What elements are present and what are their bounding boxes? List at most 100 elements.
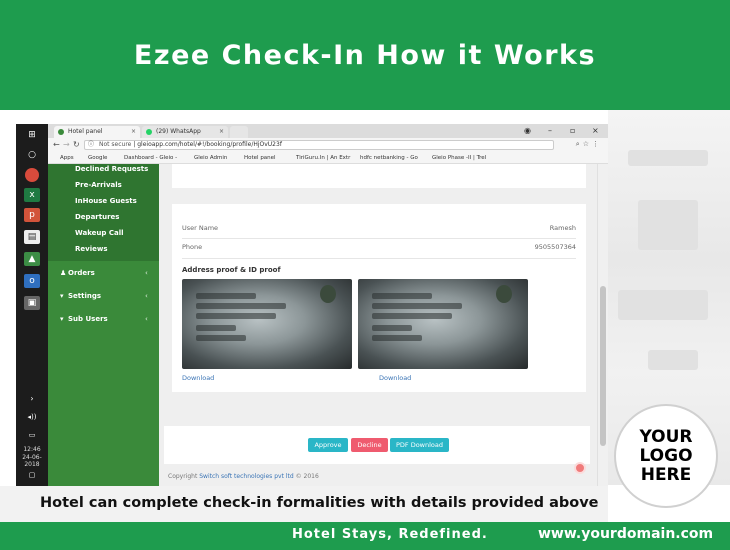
download-link[interactable]: Download	[182, 374, 214, 382]
domain-text: www.yourdomain.com	[538, 526, 714, 542]
bookmark-dashboard[interactable]: Dashboard - Gleio -	[124, 152, 177, 164]
tab-label: Hotel panel	[68, 128, 103, 135]
sidebar-item-wakeup-call[interactable]: Wakeup Call	[75, 229, 124, 237]
tab-whatsapp[interactable]: (29) WhatsApp ×	[142, 126, 228, 138]
cortana-icon[interactable]: ○	[24, 148, 40, 162]
chrome-window: Hotel panel × (29) WhatsApp × ◉ – ▫ × ← …	[48, 124, 608, 486]
address-proof-image	[182, 279, 352, 369]
windows-icon[interactable]: ⊞	[24, 128, 40, 142]
chrome-icon[interactable]	[25, 168, 39, 182]
whatsapp-icon	[146, 129, 152, 135]
chevron-up-icon[interactable]: ›	[24, 392, 40, 406]
sidebar-item-inhouse-guests[interactable]: InHouse Guests	[75, 197, 137, 205]
id-proof-image	[358, 279, 528, 369]
film-icon[interactable]: ▤	[24, 230, 40, 244]
bookmark-tiriguru[interactable]: TiriGuru.In | An Extr	[296, 152, 350, 164]
user-name-value: Ramesh	[549, 224, 576, 232]
divider	[182, 258, 576, 259]
chat-badge-icon[interactable]	[574, 462, 586, 474]
taskbar-time: 12:46	[23, 446, 41, 453]
forward-icon[interactable]: →	[63, 139, 70, 151]
sidebar-item-departures[interactable]: Departures	[75, 213, 119, 221]
bookmark-gleio-admin[interactable]: Gleio Admin	[194, 152, 227, 164]
bookmark-hotel-panel[interactable]: Hotel panel	[244, 152, 276, 164]
caption-bar: Hotel can complete check-in formalities …	[0, 486, 608, 522]
back-icon[interactable]: ←	[53, 139, 60, 151]
bookmark-hdfc[interactable]: hdfc netbanking - Go	[360, 152, 418, 164]
slide-title: Ezee Check-In How it Works	[133, 40, 597, 71]
photos-icon[interactable]: ▲	[24, 252, 40, 266]
notification-icon[interactable]: ▢	[24, 468, 40, 482]
caption-text: Hotel can complete check-in formalities …	[40, 495, 599, 511]
tab-label: (29) WhatsApp	[156, 128, 201, 135]
new-tab-button[interactable]	[230, 126, 248, 138]
logo-placeholder: YOUR LOGO HERE	[614, 404, 718, 508]
powerpoint-icon[interactable]: p	[24, 208, 40, 222]
reload-icon[interactable]: ↻	[73, 139, 80, 151]
chevron-left-icon: ‹	[145, 315, 148, 323]
footer-band: Hotel Stays, Redefined. www.yourdomain.c…	[0, 522, 730, 550]
excel-icon[interactable]: x	[24, 188, 40, 202]
maximize-icon[interactable]: ▫	[570, 124, 575, 138]
sidebar-item-pre-arrivals[interactable]: Pre-Arrivals	[75, 181, 122, 189]
bookmarks-bar: Apps Google Dashboard - Gleio - Gleio Ad…	[48, 152, 608, 164]
close-icon[interactable]: ×	[219, 126, 224, 138]
sidebar: Declined Requests Pre-Arrivals InHouse G…	[48, 164, 159, 486]
bell-icon: ♟	[60, 269, 67, 277]
tab-strip: Hotel panel × (29) WhatsApp × ◉ – ▫ ×	[48, 124, 608, 138]
chevron-left-icon: ‹	[145, 269, 148, 277]
url-text: gleioapp.com/hotel/#!/booking/profile/Hj…	[137, 141, 282, 148]
sidebar-item-label: Orders	[68, 269, 95, 277]
close-window-icon[interactable]: ×	[592, 124, 599, 138]
page-scrollbar[interactable]	[597, 164, 608, 486]
browser-screenshot: ⊞ ○ x p ▤ ▲ o ▣ › ◂)) ▭ 12:46 24-06-2018…	[16, 124, 608, 486]
close-icon[interactable]: ×	[131, 126, 136, 138]
company-link[interactable]: Switch soft technologies pvt ltd	[199, 473, 293, 480]
speaker-icon[interactable]: ◂))	[24, 410, 40, 424]
keyboard-icon[interactable]: ▭	[24, 428, 40, 442]
logo-line: YOUR	[639, 426, 693, 447]
tagline: Hotel Stays, Redefined.	[292, 527, 488, 542]
url-input[interactable]: ⓘ Not secure | gleioapp.com/hotel/#!/boo…	[84, 140, 554, 150]
sidebar-item-declined-requests[interactable]: Declined Requests	[75, 165, 148, 173]
divider	[182, 238, 576, 239]
top-card	[172, 164, 586, 188]
outlook-icon[interactable]: o	[24, 274, 40, 288]
download-link[interactable]: Download	[379, 374, 411, 382]
phone-label: Phone	[182, 243, 203, 251]
sidebar-item-orders[interactable]: ♟ Orders	[60, 269, 95, 277]
logo-line: LOGO	[639, 445, 693, 466]
pdf-download-button[interactable]: PDF Download	[390, 438, 449, 452]
sidebar-item-sub-users[interactable]: ▾ Sub Users	[60, 315, 108, 323]
cart-icon: ▾	[60, 315, 64, 323]
account-icon[interactable]: ◉	[524, 124, 531, 138]
sidebar-item-settings[interactable]: ▾ Settings	[60, 292, 101, 300]
taskbar-date: 24-06-2018	[22, 454, 42, 468]
sidebar-item-label: Sub Users	[68, 315, 108, 323]
chevron-left-icon: ‹	[145, 292, 148, 300]
main-content: User Name Ramesh Phone 9505507364 Addres…	[159, 164, 597, 486]
logo-line: HERE	[640, 464, 692, 485]
copyright-text: Copyright Switch soft technologies pvt l…	[168, 473, 319, 480]
sidebar-item-reviews[interactable]: Reviews	[75, 245, 107, 253]
windows-taskbar: ⊞ ○ x p ▤ ▲ o ▣ › ◂)) ▭ 12:46 24-06-2018…	[16, 124, 48, 486]
decline-button[interactable]: Decline	[351, 438, 388, 452]
approve-button[interactable]: Approve	[308, 438, 348, 452]
bookmark-apps[interactable]: Apps	[60, 152, 74, 164]
phone-value: 9505507364	[534, 243, 576, 251]
guest-profile-card: User Name Ramesh Phone 9505507364 Addres…	[172, 204, 586, 392]
sidebar-item-label: Settings	[68, 292, 102, 300]
bookmark-google[interactable]: Google	[88, 152, 107, 164]
id-proof-title: Address proof & ID proof	[182, 266, 281, 274]
image-icon[interactable]: ▣	[24, 296, 40, 310]
shield-icon	[58, 129, 64, 135]
extension-icons[interactable]: ⌕☆⋮	[576, 140, 602, 149]
tab-hotel-panel[interactable]: Hotel panel ×	[54, 126, 140, 138]
address-bar: ← → ↻ ⓘ Not secure | gleioapp.com/hotel/…	[48, 138, 608, 152]
bookmark-gleio-phase[interactable]: Gleio Phase -II | Trel	[432, 152, 486, 164]
scrollbar-thumb[interactable]	[600, 286, 606, 446]
cart-icon: ▾	[60, 292, 64, 300]
not-secure-label: Not secure	[99, 141, 132, 148]
minimize-icon[interactable]: –	[548, 124, 552, 138]
info-icon: ⓘ	[88, 141, 95, 148]
